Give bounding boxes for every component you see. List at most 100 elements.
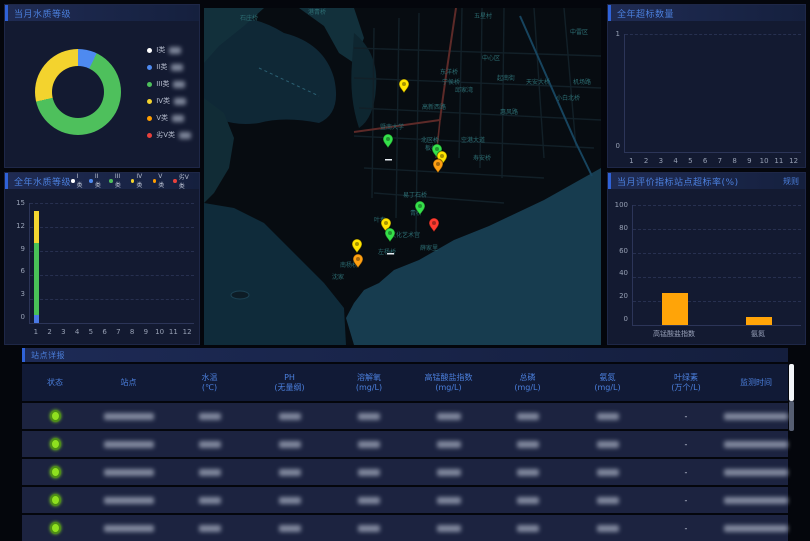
legend-dot-icon	[173, 179, 177, 183]
redacted-value	[179, 132, 191, 139]
x-tick: 11	[167, 328, 181, 336]
x-tick: 9	[139, 328, 153, 336]
panel-title: 全年超标数量	[617, 7, 674, 20]
pin-center-dot	[402, 82, 406, 86]
chlorophyll-value: -	[685, 412, 688, 421]
redacted-value	[724, 469, 788, 476]
table-cell	[88, 487, 169, 513]
redacted-value	[199, 441, 221, 448]
table-cell	[169, 459, 250, 485]
gridline	[633, 253, 801, 254]
redacted-value	[199, 525, 221, 532]
y-axis-ticks: 15129630	[7, 203, 25, 324]
legend-item: 劣V类	[147, 130, 191, 140]
map-place-label: 沈家	[332, 273, 344, 281]
map-place-label: 宁侯桥	[442, 78, 460, 86]
table-cell	[724, 515, 788, 541]
map-place-label: 五星村	[474, 12, 492, 20]
panel-title: 当月评价指标站点超标率(%)	[617, 175, 739, 188]
table-cell	[724, 403, 788, 429]
table-cell	[409, 515, 488, 541]
rate-bar[interactable]	[746, 317, 772, 325]
redacted-value	[517, 525, 539, 532]
stacked-bar-segment[interactable]	[34, 315, 39, 323]
x-tick: 6	[98, 328, 112, 336]
map-place-label: 暨南大学	[380, 123, 404, 131]
stacked-bar-segment[interactable]	[34, 211, 39, 243]
table-scrollbar[interactable]	[789, 364, 794, 431]
stacked-bar-segment[interactable]	[34, 243, 39, 315]
rules-link[interactable]: 规则	[783, 176, 799, 187]
column-name: 状态	[47, 378, 63, 388]
legend-label: IV类	[156, 96, 170, 106]
y-tick: 0	[610, 143, 620, 150]
legend-item: IV类	[147, 96, 191, 106]
rate-bar[interactable]	[662, 293, 688, 325]
table-cell	[250, 431, 329, 457]
map-place-label: 高新西路	[422, 103, 446, 111]
column-header: 溶解氧(mg/L)	[329, 364, 409, 401]
column-name: 高锰酸盐指数	[425, 373, 473, 383]
legend-item: II类	[89, 173, 103, 189]
x-tick: 1	[624, 157, 639, 165]
y-tick: 6	[7, 268, 25, 275]
map-islet	[231, 291, 249, 299]
x-tick: 9	[742, 157, 757, 165]
x-tick: 4	[668, 157, 683, 165]
gridline	[30, 251, 194, 252]
column-unit: (mg/L)	[356, 383, 382, 393]
map[interactable]: 石庄桥港青桥五星村中雷区中心区东洋桥起南街天安大桥机场路宁侯桥邱家湾小白北桥高新…	[204, 8, 601, 345]
x-axis-ticks: 123456789101112	[624, 157, 801, 165]
legend-label: II类	[95, 173, 103, 189]
map-place-label: 寿安桥	[473, 154, 491, 162]
column-header: 水温(℃)	[169, 364, 250, 401]
redacted-value	[724, 413, 788, 420]
annual-chart-plot	[29, 203, 194, 324]
table-row[interactable]: -	[22, 487, 788, 513]
legend-item: V类	[147, 113, 191, 123]
redacted-value	[597, 441, 619, 448]
scrollbar-track[interactable]	[789, 401, 794, 431]
table-cell	[409, 459, 488, 485]
redacted-value	[437, 413, 461, 420]
y-tick: 9	[7, 246, 25, 253]
pin-center-dot	[356, 257, 360, 261]
x-tick: 1	[29, 328, 43, 336]
pin-center-dot	[386, 137, 390, 141]
panel-title: 当月水质等级	[14, 7, 71, 20]
donut-legend: I类II类III类IV类V类劣V类	[147, 45, 191, 140]
map-place-label: 东洋桥	[440, 68, 458, 76]
table-row[interactable]: -	[22, 515, 788, 541]
y-tick: 0	[610, 316, 628, 323]
x-tick: 5	[84, 328, 98, 336]
table-row[interactable]: -	[22, 431, 788, 457]
panel-header: 全年超标数量	[608, 5, 805, 21]
x-tick: 5	[683, 157, 698, 165]
table-row[interactable]: -	[22, 459, 788, 485]
y-axis-ticks: 100806040200	[610, 205, 628, 326]
legend-dot-icon	[153, 179, 157, 183]
redacted-value	[169, 47, 181, 54]
legend-label: V类	[158, 173, 167, 189]
redacted-value	[199, 413, 221, 420]
legend-label: I类	[156, 45, 165, 55]
y-tick: 80	[610, 225, 628, 232]
table-row[interactable]: -	[22, 403, 788, 429]
redacted-value	[279, 413, 301, 420]
redacted-value	[173, 81, 185, 88]
map-place-label: 中心区	[482, 54, 500, 62]
legend-item: II类	[147, 62, 191, 72]
scrollbar-thumb[interactable]	[789, 364, 794, 401]
legend-dot-icon	[71, 179, 75, 183]
legend-dot-icon	[147, 133, 152, 138]
table-cell: -	[648, 459, 724, 485]
redacted-value	[597, 497, 619, 504]
legend-dot-icon	[131, 179, 135, 183]
legend-label: 劣V类	[179, 172, 193, 190]
column-name: 溶解氧	[357, 373, 381, 383]
table-cell	[567, 515, 648, 541]
map-place-label: 港青桥	[308, 8, 326, 16]
table-cell	[567, 431, 648, 457]
table-cell	[329, 459, 409, 485]
column-header: 叶绿素(万个/L)	[648, 364, 724, 401]
